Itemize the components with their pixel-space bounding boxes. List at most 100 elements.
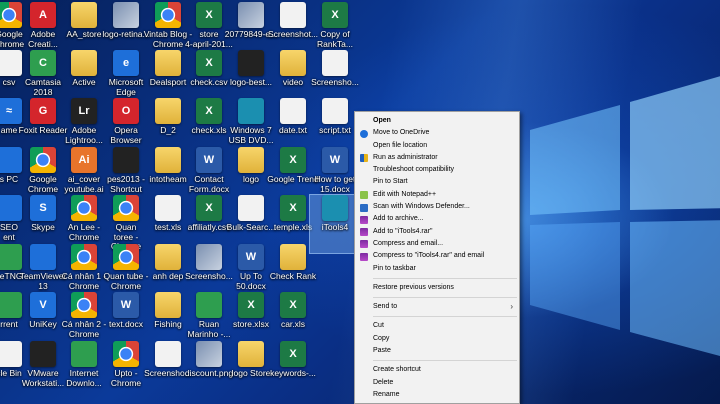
menu-item-label: Run as administrator (373, 153, 438, 161)
desktop-icon-image (71, 195, 97, 221)
menu-item-troubleshoot-compatibility[interactable]: Troubleshoot compatibility (355, 164, 519, 176)
desktop-icon[interactable]: Xkeywords-... (268, 341, 318, 399)
onedrive-icon (360, 129, 368, 138)
menu-item-run-as-administrator[interactable]: Run as administrator (355, 152, 519, 164)
desktop-icon-image: V (30, 292, 56, 318)
desktop-icon-image (71, 244, 97, 270)
desktop-icon-image (155, 50, 181, 76)
menu-item-label: Add to "iTools4.rar" (373, 227, 433, 235)
menu-item-add-to-itools4-rar[interactable]: Add to "iTools4.rar" (355, 226, 519, 238)
menu-item-label: Scan with Windows Defender... (373, 203, 470, 211)
desktop-icon-image (113, 244, 139, 270)
desktop-icon-image: X (280, 195, 306, 221)
menu-item-label: Add to archive... (373, 215, 424, 223)
menu-item-compress-and-email[interactable]: Compress and email... (355, 238, 519, 250)
desktop-icon-image (71, 341, 97, 367)
desktop-icon-image: W (322, 147, 348, 173)
desktop-icon-image: S (30, 195, 56, 221)
menu-separator (373, 277, 517, 279)
desktop-icon-image: X (196, 2, 222, 28)
menu-item-label: Move to OneDrive (373, 129, 430, 137)
menu-item-label: Compress to "iTools4.rar" and email (373, 252, 485, 260)
menu-item-compress-to-itools4-rar-and-email[interactable]: Compress to "iTools4.rar" and email (355, 250, 519, 262)
desktop-icon-image (30, 341, 56, 367)
desktop-icon-image (238, 195, 264, 221)
desktop-icon-label: keywords-... (270, 368, 316, 378)
desktop-icon-image (280, 98, 306, 124)
desktop-icon-image (280, 50, 306, 76)
menu-item-label: Pin to Start (373, 178, 408, 186)
rar-icon (360, 240, 368, 249)
shield-icon (360, 154, 368, 163)
rar-icon (360, 215, 368, 224)
desktop-icon-image: W (113, 292, 139, 318)
menu-item-label: Cut (373, 322, 384, 330)
desktop-icon-image (155, 244, 181, 270)
desktop-icon-image: X (196, 50, 222, 76)
menu-item-move-to-onedrive[interactable]: Move to OneDrive (355, 127, 519, 139)
desktop-icon-image: O (113, 98, 139, 124)
menu-item-copy[interactable]: Copy (355, 333, 519, 345)
desktop-icon-image: X (280, 147, 306, 173)
desktop-icon-image (238, 98, 264, 124)
menu-separator (373, 316, 517, 318)
desktop-icon-image (113, 2, 139, 28)
desktop-icon-image (71, 50, 97, 76)
menu-item-label: Copy (373, 334, 390, 342)
menu-item-open-file-location[interactable]: Open file location (355, 140, 519, 152)
menu-item-delete[interactable]: Delete (355, 377, 519, 389)
desktop-icon-image (238, 50, 264, 76)
rar-icon (360, 252, 368, 261)
defender-icon (360, 203, 368, 212)
desktop-icon-image (155, 341, 181, 367)
desktop-icon-label: Screensho... (311, 77, 359, 87)
desktop-icon-image: A (30, 2, 56, 28)
menu-item-rename[interactable]: Rename (355, 389, 519, 401)
menu-item-label: Paste (373, 347, 391, 355)
desktop-icon-image: G (30, 98, 56, 124)
menu-item-cut[interactable]: Cut (355, 320, 519, 332)
menu-item-label: Compress and email... (373, 239, 444, 247)
menu-item-restore-previous-versions[interactable]: Restore previous versions (355, 282, 519, 294)
desktop-icon-image (30, 147, 56, 173)
menu-item-label: Delete (373, 378, 394, 386)
desktop-icon-image (280, 244, 306, 270)
npp-icon (360, 191, 368, 200)
menu-item-pin-to-taskbar[interactable]: Pin to taskbar (355, 263, 519, 275)
desktop-icon-image (280, 2, 306, 28)
menu-item-label: Restore previous versions (373, 283, 454, 291)
menu-item-send-to[interactable]: Send to › (355, 301, 519, 313)
desktop-icon-image (155, 147, 181, 173)
menu-item-label: Edit with Notepad++ (373, 190, 437, 198)
rar-icon (360, 228, 368, 237)
desktop-icon-image (196, 341, 222, 367)
desktop-icon-image: X (196, 195, 222, 221)
desktop-icon-image: W (196, 147, 222, 173)
desktop-icon-image: W (238, 244, 264, 270)
menu-item-edit-with-notepad[interactable]: Edit with Notepad++ (355, 189, 519, 201)
desktop-icon-image (196, 244, 222, 270)
desktop-icon-image: C (30, 50, 56, 76)
menu-item-paste[interactable]: Paste (355, 345, 519, 357)
desktop-icon-image: X (280, 341, 306, 367)
menu-item-label: Send to (373, 303, 398, 311)
context-menu: Open Move to OneDrive Open file location Ru… (354, 111, 520, 404)
desktop-icon-image: e (113, 50, 139, 76)
menu-item-scan-with-windows-defender[interactable]: Scan with Windows Defender... (355, 201, 519, 213)
menu-item-open[interactable]: Open (355, 115, 519, 127)
menu-item-pin-to-start[interactable]: Pin to Start (355, 176, 519, 188)
desktop-icon-label: Check Rank (269, 271, 317, 281)
desktop-icon-label: car.xls (280, 319, 306, 329)
desktop-icon-image (238, 341, 264, 367)
desktop-icon-image: X (322, 2, 348, 28)
desktop-icon-image (155, 2, 181, 28)
desktop-icon-image (113, 341, 139, 367)
menu-item-create-shortcut[interactable]: Create shortcut (355, 364, 519, 376)
desktop-icon-image (113, 147, 139, 173)
desktop-icon-image: Ai (71, 147, 97, 173)
desktop-icon-image (322, 98, 348, 124)
menu-item-label: Create shortcut (373, 366, 421, 374)
menu-item-add-to-archive[interactable]: Add to archive... (355, 213, 519, 225)
desktop-icon-image (71, 292, 97, 318)
menu-item-label: Troubleshoot compatibility (373, 166, 455, 174)
